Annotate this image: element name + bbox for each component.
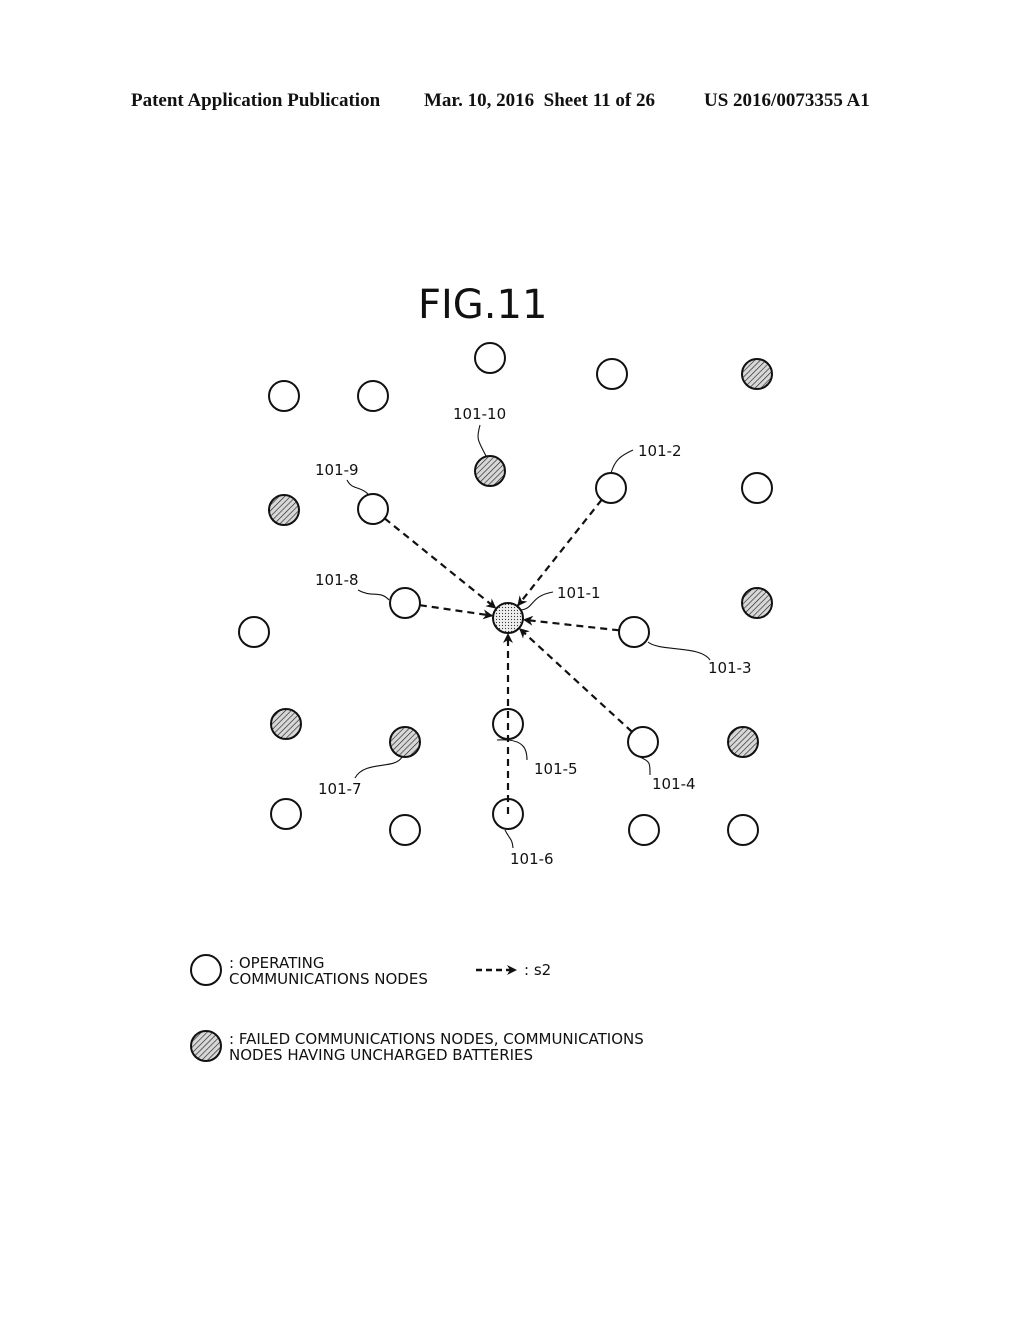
leader-line-101-4 [639, 756, 651, 776]
legend-operating-icon [190, 954, 222, 986]
failed-node [727, 726, 759, 758]
operating-node [357, 380, 389, 412]
leader-line-101-8 [357, 589, 390, 601]
s2-arrow-101-4 [519, 628, 633, 733]
network-diagram: 101-10 101-9 101-2 101-8 101-1 101-3 101-7 101-… [190, 342, 773, 1064]
node-label-101-3: 101-3 [708, 659, 752, 677]
legend: : OPERATING COMMUNICATIONS NODES : s2 : … [190, 954, 644, 1064]
operating-node [389, 814, 421, 846]
operating-node [741, 472, 773, 504]
legend-failed-icon [190, 1030, 222, 1062]
operating-node [596, 358, 628, 390]
leader-line-101-3 [647, 641, 711, 661]
failed-node-101-7 [389, 726, 421, 758]
operating-node-101-3 [618, 616, 650, 648]
node-label-101-9: 101-9 [315, 461, 359, 479]
operating-node [628, 814, 660, 846]
failed-node [268, 494, 300, 526]
operating-node [474, 342, 506, 374]
failed-node [270, 708, 302, 740]
operating-node-101-9 [357, 493, 389, 525]
leader-line-101-2 [610, 449, 634, 474]
failed-node-101-10 [474, 455, 506, 487]
operating-node [727, 814, 759, 846]
operating-node-101-8 [389, 587, 421, 619]
node-label-101-4: 101-4 [652, 775, 696, 793]
legend-failed-line2: NODES HAVING UNCHARGED BATTERIES [229, 1046, 533, 1064]
leader-line-101-5 [496, 739, 528, 761]
leader-line-101-9 [346, 479, 369, 495]
leader-line-101-7 [354, 756, 403, 779]
failed-node [741, 587, 773, 619]
leader-line-101-10 [477, 424, 487, 457]
legend-arrow-label: : s2 [524, 961, 551, 979]
node-label-101-7: 101-7 [318, 780, 362, 798]
operating-node [238, 616, 270, 648]
node-label-101-6: 101-6 [510, 850, 554, 868]
leader-line-101-6 [504, 829, 514, 849]
node-label-101-10: 101-10 [453, 405, 506, 423]
node-label-101-1: 101-1 [557, 584, 601, 602]
s2-arrow-101-3 [522, 615, 620, 632]
node-label-101-8: 101-8 [315, 571, 359, 589]
operating-node-101-4 [627, 726, 659, 758]
legend-operating-line2: COMMUNICATIONS NODES [229, 970, 428, 988]
node-label-101-5: 101-5 [534, 760, 578, 778]
operating-node-101-2 [595, 472, 627, 504]
node-label-101-2: 101-2 [638, 442, 682, 460]
s2-arrow-101-8 [419, 604, 494, 620]
target-node-101-1 [492, 602, 524, 634]
operating-node [268, 380, 300, 412]
operating-node [270, 798, 302, 830]
failed-node [741, 358, 773, 390]
